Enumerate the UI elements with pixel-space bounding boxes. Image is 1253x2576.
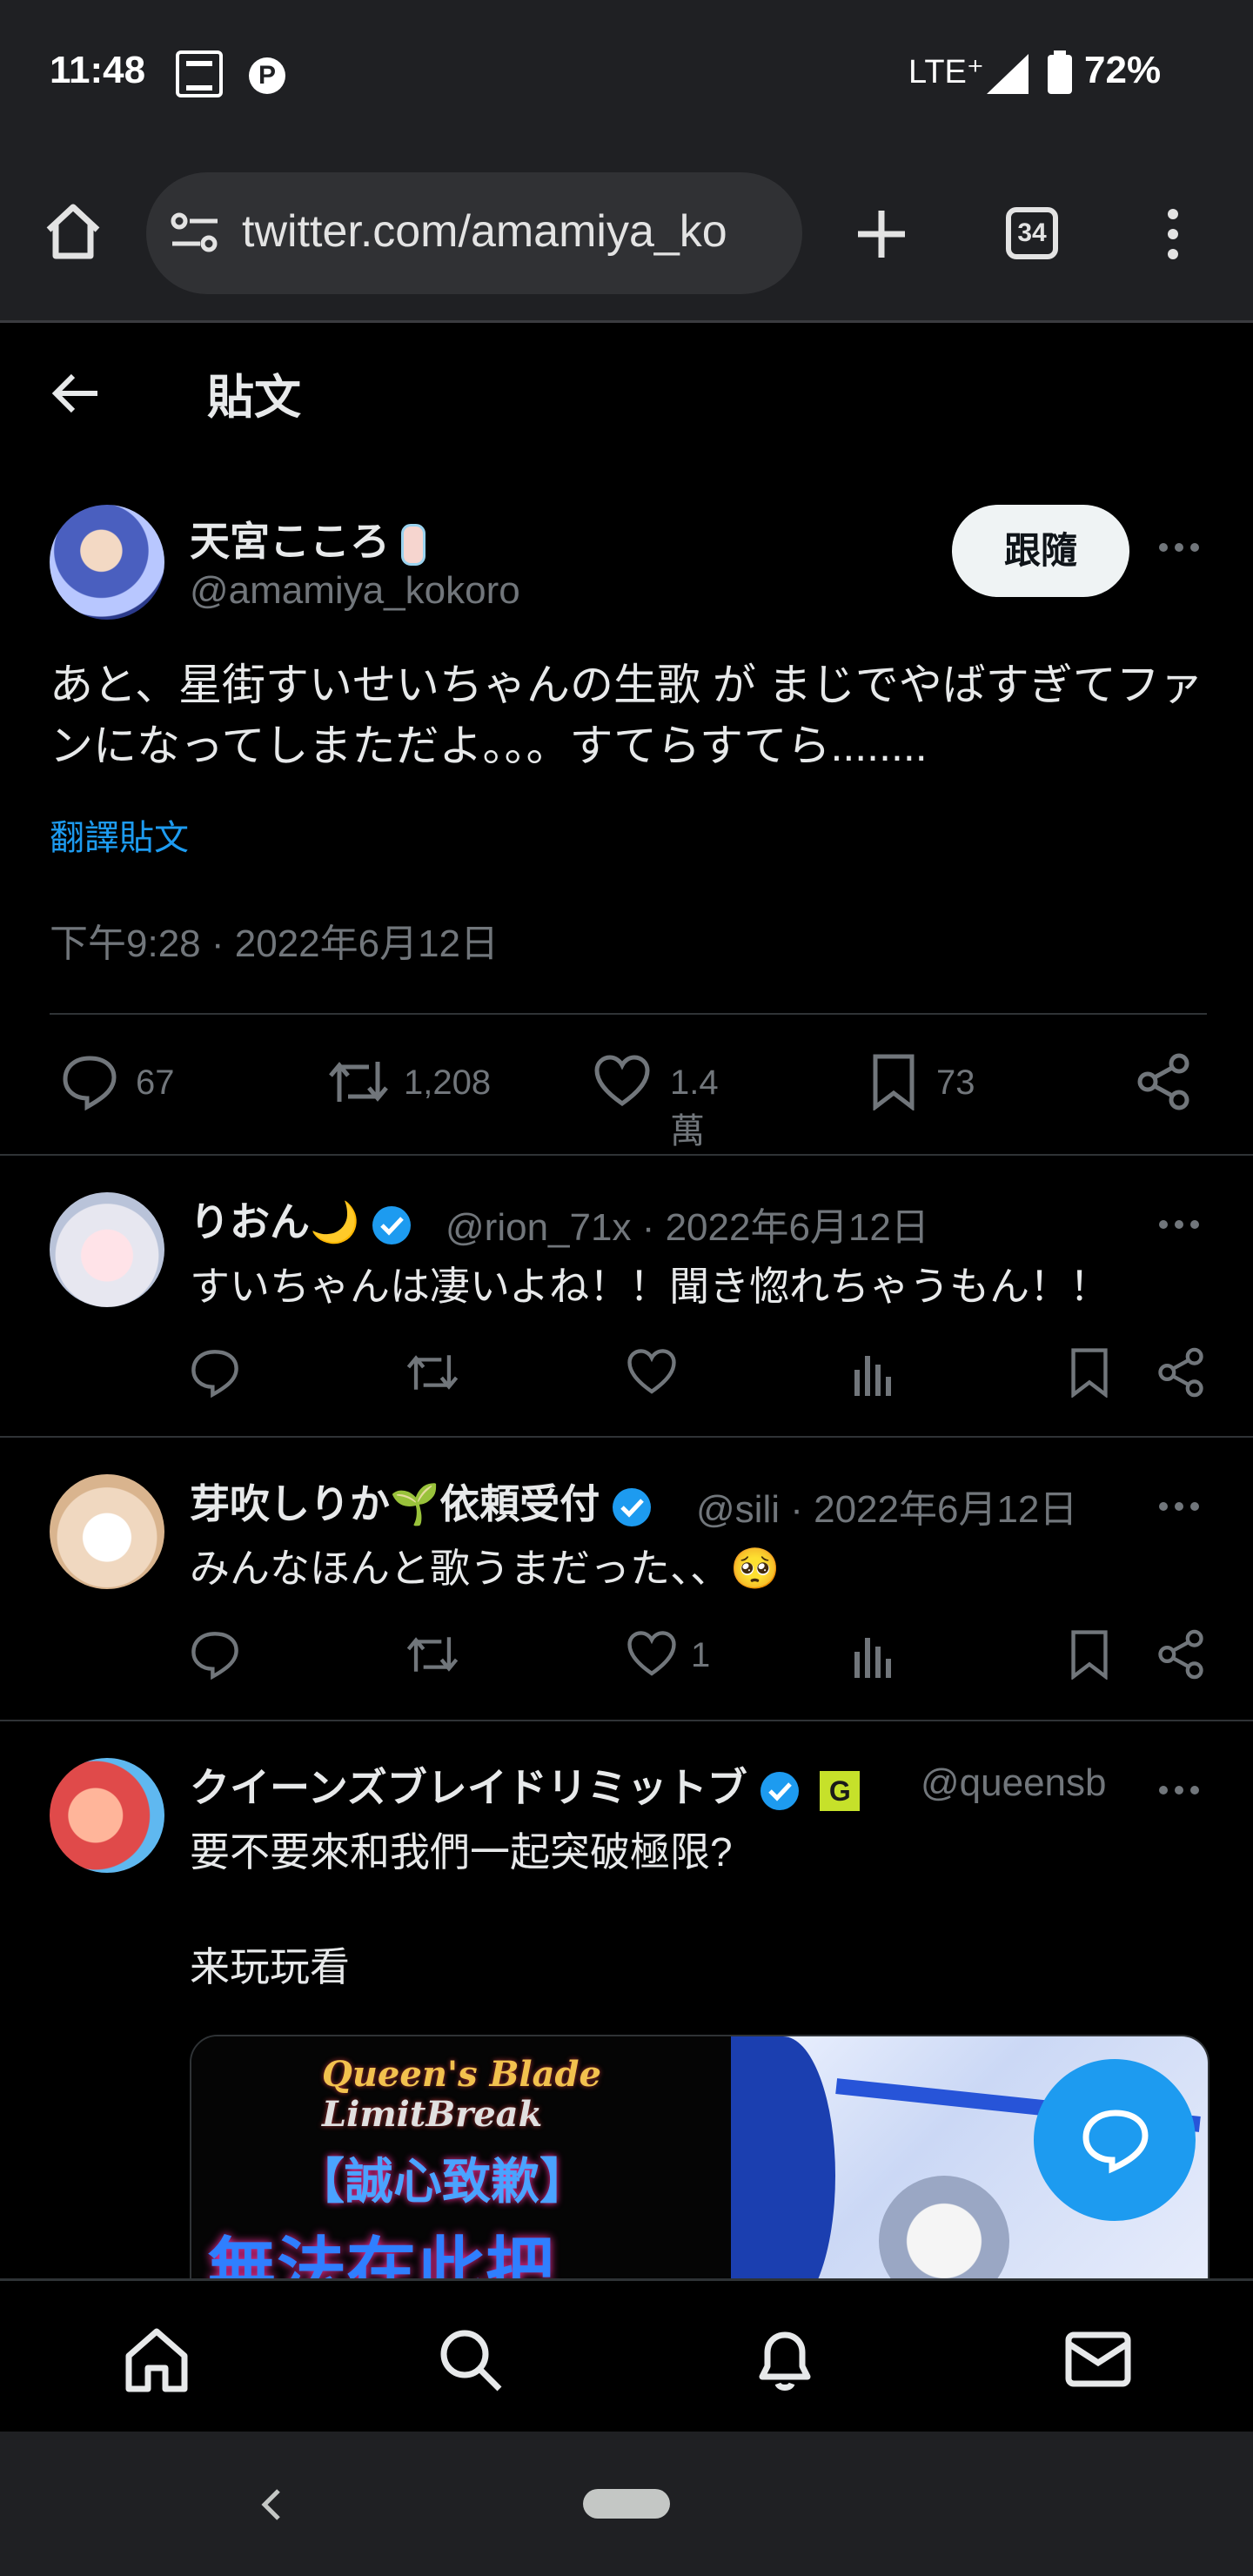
bookmark-count: 73 xyxy=(936,1063,975,1102)
translate-link[interactable]: 翻譯貼文 xyxy=(50,809,189,860)
ad-logo-line1: Queen's Blade xyxy=(322,2054,601,2095)
verified-badge-icon xyxy=(613,1487,652,1526)
tweet-timestamp[interactable]: 下午9:28 · 2022年6月12日 xyxy=(50,912,499,968)
more-options-icon[interactable] xyxy=(1166,207,1180,261)
status-time: 11:48 xyxy=(50,49,146,91)
battery-icon xyxy=(1048,50,1072,94)
reply-author-name[interactable]: 芽吹しりか🌱依頼受付 xyxy=(190,1472,653,1530)
verified-badge-icon xyxy=(760,1771,799,1810)
search-icon[interactable] xyxy=(435,2324,505,2394)
follow-button[interactable]: 跟隨 xyxy=(952,505,1129,597)
page-title: 貼文 xyxy=(207,372,301,424)
avatar[interactable] xyxy=(50,505,164,620)
reply-text-line: 要不要來和我們一起突破極限? xyxy=(190,1829,733,1875)
mail-icon[interactable] xyxy=(1063,2328,1133,2391)
reply-icon xyxy=(63,1056,117,1110)
battery-level: 72% xyxy=(1084,49,1162,91)
share-icon[interactable] xyxy=(1157,1629,1204,1680)
reply-more-icon[interactable] xyxy=(1157,1500,1201,1513)
home-gesture-pill[interactable] xyxy=(583,2489,670,2519)
heart-icon[interactable] xyxy=(626,1629,677,1680)
reply-text: すいちゃんは凄いよね！！聞き惚れちゃうもん！！ xyxy=(190,1264,1110,1309)
game-badge-icon: G xyxy=(820,1770,861,1811)
divider xyxy=(0,1720,1253,1721)
p-notification-icon: P xyxy=(249,57,285,94)
author-handle[interactable]: @amamiya_kokoro xyxy=(190,569,520,613)
reply-text: みんなほんと歌うまだった、、🥺 xyxy=(190,1546,781,1591)
reply-handle[interactable]: @sili · 2022年6月12日 xyxy=(696,1478,1077,1533)
status-bar: 11:48 P LTE⁺ 72% xyxy=(0,0,1253,148)
share-icon[interactable] xyxy=(1157,1347,1204,1398)
reply-handle[interactable]: @queensb xyxy=(921,1761,1107,1805)
heart-icon[interactable] xyxy=(626,1347,677,1398)
divider xyxy=(0,1436,1253,1438)
url-text: twitter.com/amamiya_ko xyxy=(242,206,727,257)
ad-art-shape xyxy=(731,2036,835,2278)
url-bar[interactable]: twitter.com/amamiya_ko xyxy=(146,172,802,294)
reply-action[interactable]: 67 xyxy=(61,1053,175,1110)
signal-icon xyxy=(987,54,1029,94)
views-icon[interactable] xyxy=(851,1347,895,1398)
heart-icon xyxy=(594,1055,650,1107)
avatar[interactable] xyxy=(50,1474,164,1589)
reply-actions xyxy=(190,1347,1208,1399)
like-action[interactable]: 1.4萬 xyxy=(593,1053,719,1150)
divider xyxy=(0,1154,1253,1156)
tweet-actions: 67 1,208 1.4萬 73 xyxy=(61,1053,1209,1150)
reply-icon[interactable] xyxy=(190,1347,240,1398)
browser-home-icon[interactable] xyxy=(44,202,103,261)
repost-icon[interactable] xyxy=(405,1629,459,1680)
bookmark-icon xyxy=(873,1054,915,1110)
verified-badge-icon xyxy=(372,1205,412,1244)
tweet-text: あと、星街すいせいちゃんの生歌 が まじでやばすぎてファンになってしまただよ。。… xyxy=(50,661,1203,770)
compose-message-icon xyxy=(1082,2110,1149,2174)
reply-count: 67 xyxy=(136,1063,175,1102)
browser-toolbar: twitter.com/amamiya_ko 34 xyxy=(0,148,1253,323)
reply-more-icon[interactable] xyxy=(1157,1784,1201,1796)
ad-headline: 無法在此把 xyxy=(207,2231,555,2278)
tweet-more-icon[interactable] xyxy=(1157,541,1201,553)
repost-icon xyxy=(329,1062,388,1102)
emoji-icon xyxy=(400,523,425,566)
avatar[interactable] xyxy=(50,1758,164,1873)
avatar[interactable] xyxy=(50,1192,164,1307)
reply-icon[interactable] xyxy=(190,1629,240,1680)
gallery-notification-icon xyxy=(176,50,223,97)
ad-image-left: Queen's Blade LimitBreak 【誠心致歉】 無法在此把 xyxy=(191,2036,731,2278)
back-arrow-icon[interactable] xyxy=(52,372,99,414)
reply-item[interactable]: 芽吹しりか🌱依頼受付 @sili · 2022年6月12日 みんなほんと歌うまだ… xyxy=(0,1439,1253,1718)
like-count: 1.4萬 xyxy=(670,1063,719,1150)
repost-icon[interactable] xyxy=(405,1347,459,1398)
divider xyxy=(50,1013,1207,1015)
compose-message-button[interactable] xyxy=(1034,2059,1196,2221)
repost-count: 1,208 xyxy=(404,1063,492,1102)
system-back-icon[interactable] xyxy=(259,2487,282,2522)
network-type: LTE⁺ xyxy=(908,54,984,91)
reply-author-name[interactable]: りおん🌙 xyxy=(190,1191,412,1248)
new-tab-icon[interactable] xyxy=(856,209,907,259)
reply-handle[interactable]: @rion_71x · 2022年6月12日 xyxy=(446,1196,929,1251)
ad-art-shape xyxy=(879,2176,1009,2278)
ad-logo-line2: LimitBreak xyxy=(322,2094,543,2135)
repost-action[interactable]: 1,208 xyxy=(327,1053,491,1110)
author-name[interactable]: 天宮こころ xyxy=(190,510,425,567)
reply-text-line: 来玩玩看 xyxy=(190,1944,350,1989)
reply-more-icon[interactable] xyxy=(1157,1218,1201,1231)
share-icon[interactable] xyxy=(1136,1053,1190,1110)
bottom-navigation xyxy=(0,2278,1253,2434)
bookmark-action[interactable]: 73 xyxy=(870,1053,975,1110)
site-settings-icon[interactable] xyxy=(171,211,219,256)
reply-item[interactable]: りおん🌙 @rion_71x · 2022年6月12日 すいちゃんは凄いよね！！… xyxy=(0,1157,1253,1436)
bookmark-icon[interactable] xyxy=(1069,1629,1110,1680)
bookmark-icon[interactable] xyxy=(1069,1347,1110,1398)
reply-author-name[interactable]: クイーンズブレイドリミットブ G xyxy=(190,1756,861,1814)
reply-actions: 1 xyxy=(190,1629,1208,1681)
like-count: 1 xyxy=(691,1636,711,1674)
bell-icon[interactable] xyxy=(750,2324,820,2394)
tab-switcher-button[interactable]: 34 xyxy=(1006,207,1058,259)
views-icon[interactable] xyxy=(851,1629,895,1680)
home-icon[interactable] xyxy=(122,2324,191,2394)
ad-banner-text: 【誠心致歉】 xyxy=(296,2154,588,2209)
system-navigation-bar xyxy=(0,2432,1253,2576)
